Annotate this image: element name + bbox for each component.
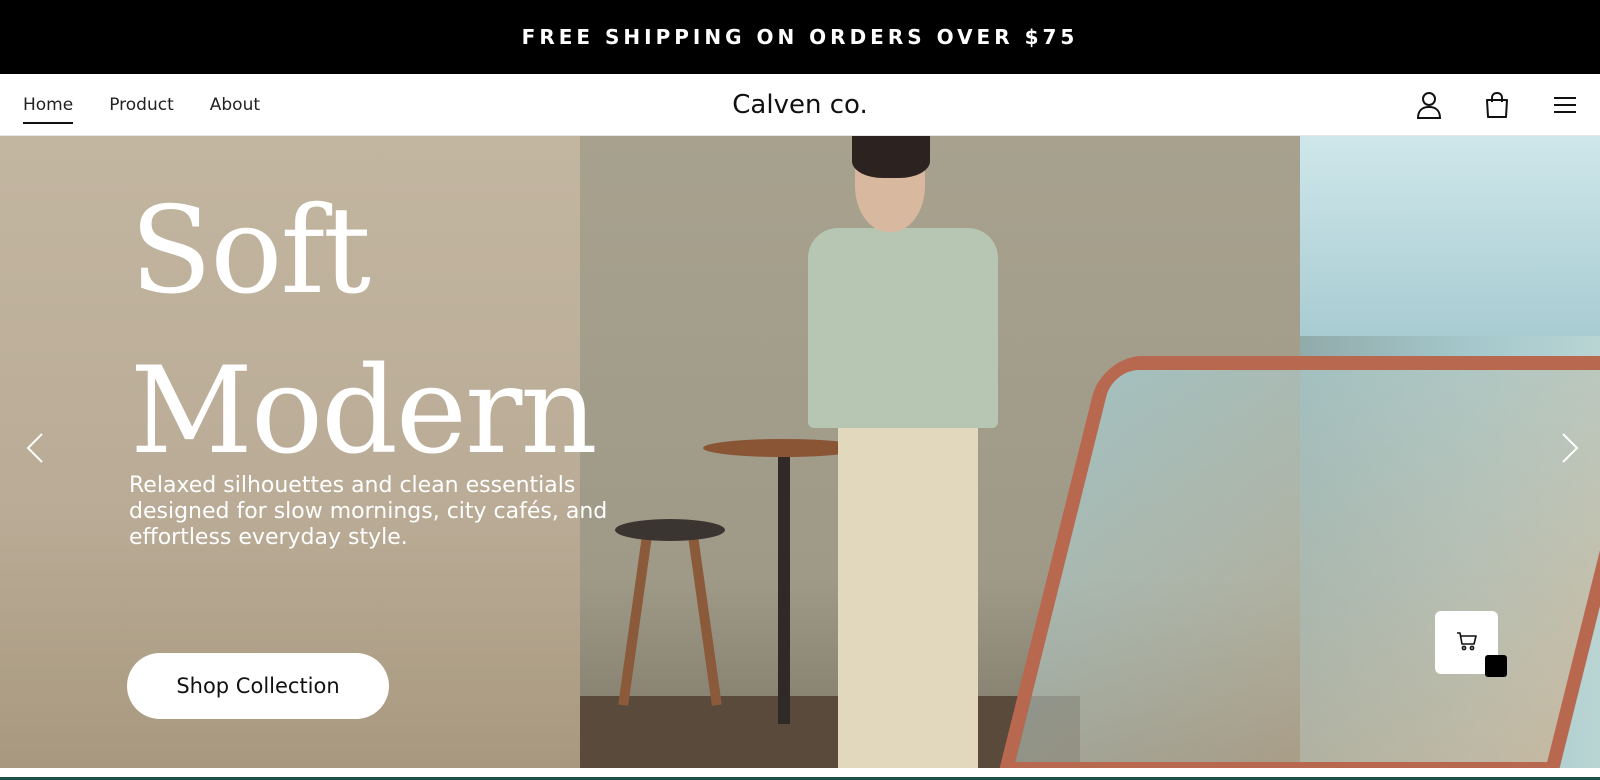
nav-link-about[interactable]: About (210, 91, 260, 119)
announcement-bar: FREE SHIPPING ON ORDERS OVER $75 (0, 0, 1600, 74)
hero-title-line: Modern (130, 342, 598, 481)
cart-badge (1485, 655, 1507, 677)
hero-subtitle-line: designed for slow mornings, city cafés, … (129, 499, 608, 524)
model-shirt (808, 228, 998, 428)
shop-collection-button[interactable]: Shop Collection (127, 653, 389, 719)
header-nav: Home Product About Calven co. (0, 74, 1600, 136)
nav-link-product[interactable]: Product (109, 91, 174, 119)
hero-title: Soft Modern (130, 172, 598, 492)
nav-icons (1414, 74, 1580, 136)
cafe-table-leg (778, 454, 790, 724)
hero-subtitle: Relaxed silhouettes and clean essentials… (129, 473, 649, 551)
shopping-bag-icon[interactable] (1482, 90, 1512, 120)
hero-subtitle-line: effortless everyday style. (129, 525, 408, 550)
display-case (997, 356, 1600, 768)
hero-background-window (1300, 136, 1600, 336)
nav-links: Home Product About (23, 74, 260, 136)
chevron-right-icon[interactable] (1555, 426, 1585, 470)
hero-banner: Soft Modern Relaxed silhouettes and clea… (0, 136, 1600, 768)
model-pants (838, 421, 978, 768)
hero-subtitle-line: Relaxed silhouettes and clean essentials (129, 473, 576, 498)
menu-icon[interactable] (1550, 90, 1580, 120)
cart-icon (1456, 631, 1478, 655)
user-icon[interactable] (1414, 90, 1444, 120)
hero-title-line: Soft (130, 182, 371, 321)
nav-link-home[interactable]: Home (23, 91, 74, 124)
chevron-left-icon[interactable] (20, 426, 50, 470)
model-hair (852, 136, 930, 178)
announcement-text: FREE SHIPPING ON ORDERS OVER $75 (521, 25, 1079, 49)
